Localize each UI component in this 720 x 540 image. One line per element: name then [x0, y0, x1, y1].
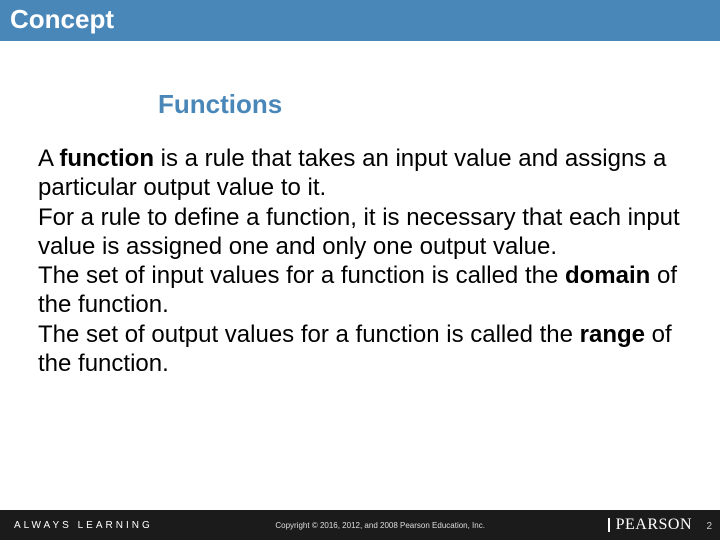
- footer-copyright: Copyright © 2016, 2012, and 2008 Pearson…: [153, 521, 608, 530]
- header-bar: Concept: [0, 0, 720, 41]
- brand-text: PEARSON: [616, 516, 692, 534]
- p4-pre: The set of output values for a function …: [38, 321, 580, 348]
- footer-brand: PEARSON: [608, 516, 720, 534]
- brand-bar-icon: [608, 518, 610, 532]
- p3-pre: The set of input values for a function i…: [38, 262, 565, 289]
- content-area: Functions A function is a rule that take…: [0, 41, 720, 540]
- body-text: A function is a rule that takes an input…: [38, 144, 690, 378]
- p2: For a rule to define a function, it is n…: [38, 204, 680, 260]
- slide: Concept Functions A function is a rule t…: [0, 0, 720, 540]
- slide-subtitle: Functions: [158, 89, 690, 120]
- p4-term: range: [580, 321, 645, 348]
- p3-term: domain: [565, 262, 650, 289]
- page-number: 2: [706, 521, 712, 532]
- p1-pre: A: [38, 145, 59, 172]
- slide-category: Concept: [10, 4, 114, 34]
- footer-tagline: ALWAYS LEARNING: [0, 520, 153, 531]
- p1-term: function: [59, 145, 154, 172]
- footer-bar: ALWAYS LEARNING Copyright © 2016, 2012, …: [0, 510, 720, 540]
